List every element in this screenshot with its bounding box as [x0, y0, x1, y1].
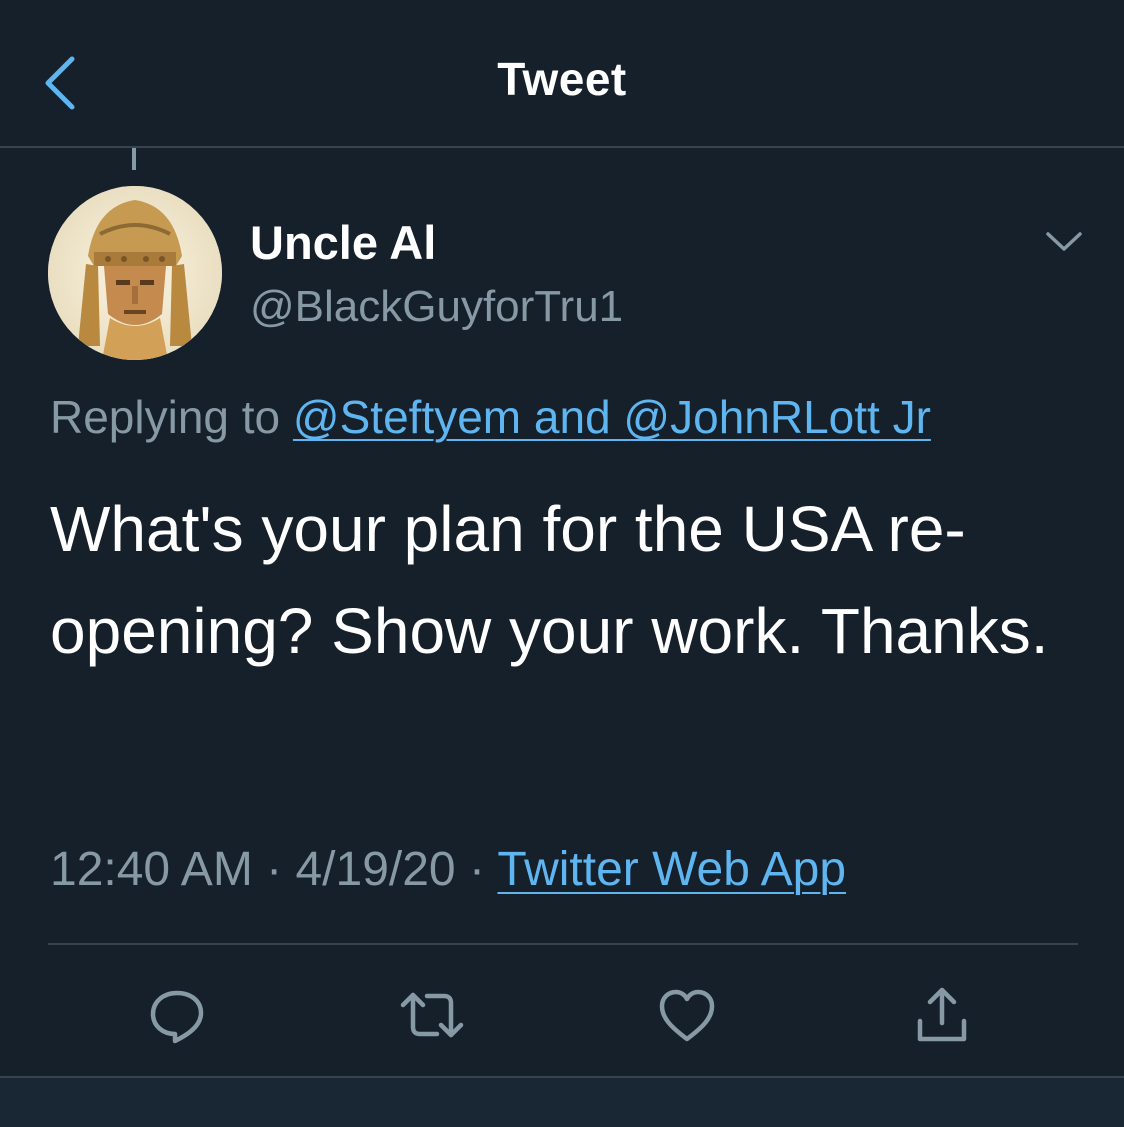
tweet-body: What's your plan for the USA re-opening?… [50, 493, 1049, 667]
tweet-source-link[interactable]: Twitter Web App [497, 843, 846, 896]
meta-separator: · [252, 843, 296, 896]
reply-button[interactable] [137, 975, 217, 1055]
tweet-action-bar [0, 975, 1124, 1055]
chevron-down-icon [1046, 232, 1082, 251]
heart-icon [659, 989, 715, 1042]
avatar[interactable] [48, 186, 222, 360]
bottom-bar [0, 1078, 1124, 1127]
thread-connector-line [132, 148, 136, 170]
like-button[interactable] [647, 975, 727, 1055]
tweet-detail-screen: Tweet Uncle Al @BlackGuyforTru1 Replying… [0, 0, 1124, 1127]
share-icon [917, 987, 967, 1042]
meta-separator: · [455, 843, 498, 896]
reply-mentions-link[interactable]: @Steftyem and @JohnRLott Jr [293, 391, 931, 443]
retweet-icon [400, 992, 464, 1038]
page-title: Tweet [497, 53, 627, 105]
tweet-date: 4/19/20 [295, 843, 456, 896]
reply-icon [150, 990, 204, 1044]
share-button[interactable] [902, 975, 982, 1055]
retweet-button[interactable] [392, 975, 472, 1055]
tweet-time: 12:40 AM [50, 843, 253, 896]
author-display-name[interactable]: Uncle Al [250, 215, 436, 270]
top-nav-bar: Tweet [0, 0, 1124, 148]
replying-to-label: Replying to [50, 391, 293, 443]
tweet-metadata: 12:40 AM · 4/19/20 · Twitter Web App [50, 842, 846, 897]
author-handle[interactable]: @BlackGuyforTru1 [250, 282, 623, 332]
profile-photo [48, 186, 222, 360]
replying-to-line: Replying to @Steftyem and @JohnRLott Jr [50, 390, 931, 444]
tweet-options-button[interactable] [1036, 220, 1092, 264]
divider [48, 943, 1078, 945]
